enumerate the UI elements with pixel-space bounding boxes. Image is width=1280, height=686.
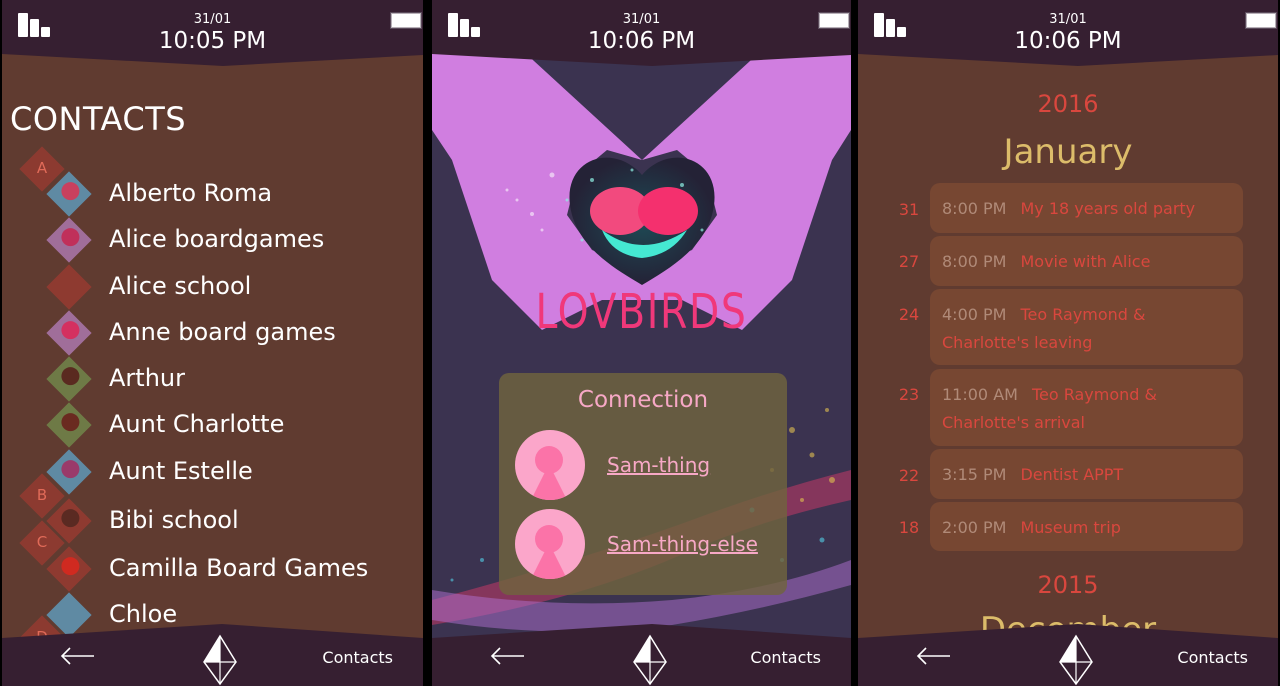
nav-contacts-link[interactable]: Contacts xyxy=(322,648,393,667)
event-time: 8:00 PM xyxy=(942,199,1007,218)
month-heading: January xyxy=(1003,132,1133,172)
letter-index-label: B xyxy=(36,486,48,504)
nav-contacts-link[interactable]: Contacts xyxy=(1177,648,1248,667)
battery-icon xyxy=(390,12,422,29)
letter-index-label: C xyxy=(36,533,48,551)
contact-item[interactable]: Anne board games xyxy=(109,318,336,346)
event-card[interactable]: 2:00 PM Museum trip xyxy=(930,502,1243,551)
event-time: 3:15 PM xyxy=(942,465,1007,484)
event-title: Movie with Alice xyxy=(1020,252,1151,271)
contact-item[interactable]: Aunt Charlotte xyxy=(109,410,284,438)
connection-title: Connection xyxy=(577,387,709,413)
contact-item[interactable]: Alberto Roma xyxy=(109,179,272,207)
connection-user-link[interactable]: Sam-thing xyxy=(607,453,710,477)
event-card[interactable]: 4:00 PM Teo Raymond & Charlotte's leaving xyxy=(930,289,1243,365)
calendar-screen: 31/01 10:06 PM 2016 January 31 8:00 PM My … xyxy=(858,0,1278,686)
status-time: 10:06 PM xyxy=(587,28,696,54)
connection-user-link[interactable]: Sam-thing-else xyxy=(607,532,758,556)
contact-avatar xyxy=(46,402,92,448)
event-card[interactable]: 8:00 PM My 18 years old party xyxy=(930,183,1243,233)
contact-avatar xyxy=(46,356,92,402)
contact-item[interactable]: Alice boardgames xyxy=(109,225,324,253)
event-time: 4:00 PM xyxy=(942,305,1007,324)
avatar-portrait xyxy=(61,413,80,432)
keyhole-avatar-icon xyxy=(515,509,585,579)
event-title: Dentist APPT xyxy=(1020,465,1124,484)
letter-index-label: A xyxy=(36,159,48,177)
bottom-nav: Contacts xyxy=(858,624,1278,686)
bottom-nav: Contacts xyxy=(2,624,423,686)
event-day: 24 xyxy=(898,305,920,324)
nav-contacts-link[interactable]: Contacts xyxy=(750,648,821,667)
event-time: 11:00 AM xyxy=(942,385,1018,404)
battery-icon xyxy=(1245,12,1277,29)
year-heading: 2016 xyxy=(1037,90,1099,118)
diamond-home-icon[interactable] xyxy=(202,634,238,686)
connection-card: Connection Sam-thing Sam-thing-else xyxy=(499,373,787,595)
contact-item[interactable]: Camilla Board Games xyxy=(109,554,368,582)
diamond-home-icon[interactable] xyxy=(1058,634,1094,686)
status-date: 31/01 xyxy=(193,12,232,27)
event-day: 27 xyxy=(898,252,920,271)
contact-item[interactable]: Bibi school xyxy=(109,506,239,534)
event-card[interactable]: 11:00 AM Teo Raymond & Charlotte's arriva… xyxy=(930,369,1243,446)
year-heading: 2015 xyxy=(1037,571,1099,599)
contacts-screen: 31/01 10:05 PM CONTACTS ABCDAlberto Roma… xyxy=(2,0,423,686)
status-bar: 31/01 10:06 PM xyxy=(858,0,1278,70)
contact-avatar xyxy=(46,264,92,310)
avatar-portrait xyxy=(61,321,80,340)
battery-icon xyxy=(818,12,850,29)
avatar-portrait xyxy=(61,228,80,247)
app-logo-title: LOVBIRDS xyxy=(535,284,748,340)
status-bar: 31/01 10:06 PM xyxy=(432,0,851,70)
status-date: 31/01 xyxy=(622,12,661,27)
back-arrow-icon[interactable] xyxy=(914,644,954,668)
contact-item[interactable]: Alice school xyxy=(109,272,251,300)
event-day: 18 xyxy=(898,518,920,537)
lovbirds-screen: 31/01 10:06 PM LOVBIRDS Connection Sam-t… xyxy=(432,0,851,686)
event-title: My 18 years old party xyxy=(1020,199,1196,218)
event-day: 31 xyxy=(898,200,920,219)
keyhole-avatar-icon xyxy=(515,430,585,500)
bottom-nav: Contacts xyxy=(432,624,851,686)
status-time: 10:06 PM xyxy=(1014,28,1122,54)
back-arrow-icon[interactable] xyxy=(58,644,98,668)
diamond-home-icon[interactable] xyxy=(632,634,668,686)
event-time: 2:00 PM xyxy=(942,518,1007,537)
avatar-portrait xyxy=(61,182,80,201)
contact-item[interactable]: Aunt Estelle xyxy=(109,457,253,485)
avatar-portrait xyxy=(61,557,80,576)
avatar-portrait xyxy=(61,460,80,479)
contact-avatar xyxy=(46,217,92,263)
status-bar: 31/01 10:05 PM xyxy=(2,0,423,70)
event-day: 23 xyxy=(898,385,920,404)
status-time: 10:05 PM xyxy=(158,28,267,54)
event-title: Museum trip xyxy=(1020,518,1121,537)
event-card[interactable]: 8:00 PM Movie with Alice xyxy=(930,236,1243,286)
contact-avatar xyxy=(46,310,92,356)
avatar-portrait xyxy=(61,367,80,386)
event-card[interactable]: 3:15 PM Dentist APPT xyxy=(930,449,1243,499)
status-date: 31/01 xyxy=(1049,12,1087,27)
contact-item[interactable]: Arthur xyxy=(109,364,185,392)
event-time: 8:00 PM xyxy=(942,252,1007,271)
back-arrow-icon[interactable] xyxy=(488,644,528,668)
event-day: 22 xyxy=(898,466,920,485)
avatar-portrait xyxy=(61,509,80,528)
contact-list[interactable]: ABCDAlberto RomaAlice boardgamesAlice sc… xyxy=(2,0,423,686)
